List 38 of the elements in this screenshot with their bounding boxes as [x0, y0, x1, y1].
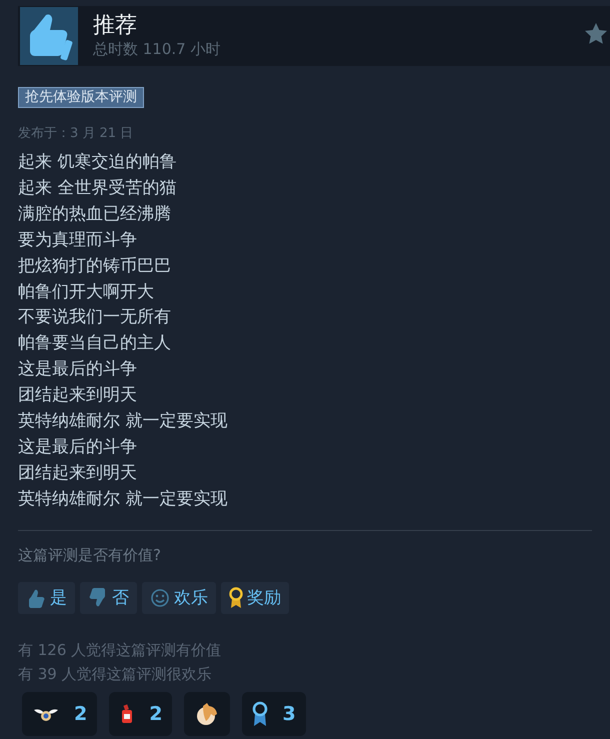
award-badge[interactable]: 2: [109, 692, 172, 736]
early-access-tag: 抢先体验版本评测: [18, 87, 144, 108]
review-line: 把炫狗打的铸币巴巴: [18, 254, 172, 278]
award-button[interactable]: 奖励: [221, 582, 289, 614]
review-line: 要为真理而斗争: [18, 228, 138, 252]
review-line: 不要说我们一无所有: [18, 306, 172, 330]
funny-button[interactable]: 欢乐: [142, 582, 216, 614]
review-line: 团结起来到明天: [18, 384, 138, 408]
award-icon: [229, 586, 243, 609]
award-count: 2: [149, 702, 162, 725]
no-button[interactable]: 否: [80, 582, 137, 614]
review-line: 帕鲁们开大啊开大: [18, 280, 155, 304]
thumbs-up-icon: [26, 588, 46, 608]
vote-count-text: 有 39 人觉得这篇评测很欢乐: [18, 664, 213, 685]
review-line: 这是最后的斗争: [18, 436, 138, 459]
thumbs-down-icon: [88, 588, 108, 608]
playtime-text: 总时数 110.7 小时: [93, 39, 222, 59]
vote-count-text: 有 126 人觉得这篇评测有价值: [18, 640, 222, 661]
review-line: 这是最后的斗争: [18, 358, 138, 382]
smiley-icon: [150, 588, 170, 608]
ribbon-icon: [252, 700, 268, 727]
review-line: 团结起来到明天: [18, 462, 138, 485]
review-line: 帕鲁要当自己的主人: [18, 332, 172, 356]
award-badge[interactable]: [184, 692, 230, 736]
award-badge[interactable]: 3: [242, 692, 306, 736]
yes-button[interactable]: 是: [18, 582, 75, 614]
award-count: 2: [74, 702, 88, 725]
review-verdict: 推荐: [93, 13, 138, 39]
star-icon[interactable]: [584, 22, 608, 46]
review-line: 英特纳雄耐尔 就一定要实现: [18, 410, 228, 434]
helpful-question: 这篇评测是否有价值?: [18, 544, 162, 565]
review-line: 起来 全世界受苦的猫: [18, 176, 178, 200]
review-line: 满腔的热血已经沸腾: [18, 202, 172, 226]
review-line: 英特纳雄耐尔 就一定要实现: [18, 488, 228, 511]
award-badge[interactable]: 2: [22, 692, 98, 736]
posted-date: 发布于：3 月 21 日: [18, 125, 134, 143]
review-line: 起来 饥寒交迫的帕鲁: [18, 151, 178, 174]
award-count: 3: [282, 702, 296, 725]
